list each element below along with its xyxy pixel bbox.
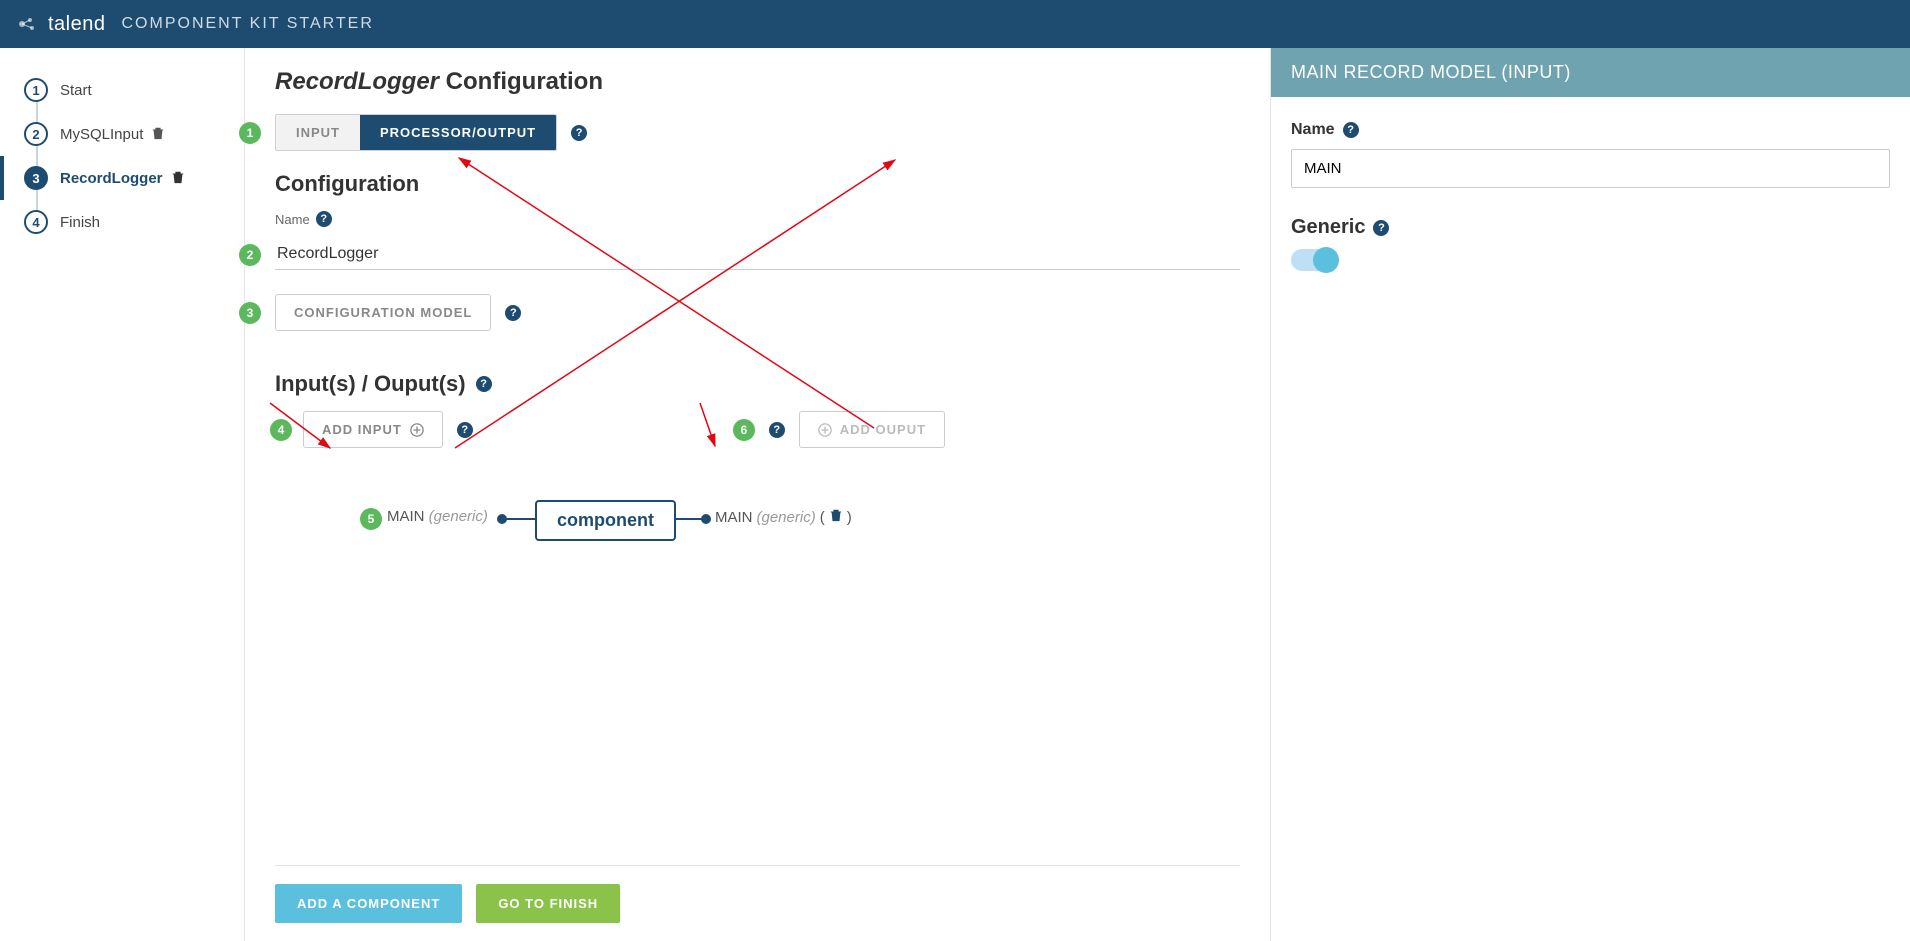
toggle-processor-output[interactable]: PROCESSOR/OUTPUT <box>360 115 556 150</box>
help-icon[interactable]: ? <box>505 305 521 321</box>
help-icon[interactable]: ? <box>1343 122 1359 138</box>
add-component-button[interactable]: ADD A COMPONENT <box>275 884 462 923</box>
add-output-button[interactable]: ADD OUPUT <box>799 411 945 448</box>
step-label: Finish <box>60 214 100 231</box>
diagram-output-label[interactable]: MAIN (generic) ( ) <box>715 508 852 526</box>
step-label: RecordLogger <box>60 170 163 187</box>
page-title: RecordLogger Configuration <box>275 68 1240 96</box>
component-type-toggle: INPUT PROCESSOR/OUTPUT <box>275 114 557 151</box>
step-label: Start <box>60 82 92 99</box>
annotation-badge-6: 6 <box>733 419 755 441</box>
trash-icon[interactable] <box>151 126 165 143</box>
add-input-button[interactable]: ADD INPUT <box>303 411 443 448</box>
io-heading: Input(s) / Ouput(s) ? <box>275 371 1240 397</box>
help-icon[interactable]: ? <box>1373 220 1389 236</box>
help-icon[interactable]: ? <box>316 211 332 227</box>
panel-generic-label: Generic ? <box>1291 216 1890 239</box>
configuration-model-button[interactable]: CONFIGURATION MODEL <box>275 294 491 331</box>
annotation-badge-4: 4 <box>270 419 292 441</box>
help-icon[interactable]: ? <box>476 376 492 392</box>
go-to-finish-button[interactable]: GO TO FINISH <box>476 884 620 923</box>
step-number: 3 <box>24 166 48 190</box>
connector-line <box>675 518 703 520</box>
component-box: component <box>535 500 676 541</box>
panel-title: MAIN RECORD MODEL (INPUT) <box>1271 48 1910 97</box>
connector-dot <box>701 514 711 524</box>
step-number: 1 <box>24 78 48 102</box>
trash-icon[interactable] <box>829 508 843 526</box>
step-number: 4 <box>24 210 48 234</box>
wizard-steps: 1 Start 2 MySQLInput 3 RecordLogger 4 Fi… <box>0 68 244 244</box>
panel-name-input[interactable] <box>1291 149 1890 188</box>
step-start[interactable]: 1 Start <box>0 68 244 112</box>
step-mysqlinput[interactable]: 2 MySQLInput <box>0 112 244 156</box>
step-number: 2 <box>24 122 48 146</box>
talend-icon <box>16 12 40 36</box>
app-header: talend COMPONENT KIT STARTER <box>0 0 1910 48</box>
annotation-badge-3: 3 <box>239 302 261 324</box>
main-content: RecordLogger Configuration 1 INPUT PROCE… <box>245 48 1270 941</box>
main-footer: ADD A COMPONENT GO TO FINISH <box>275 865 1240 941</box>
connector-line <box>505 518 535 520</box>
step-finish[interactable]: 4 Finish <box>0 200 244 244</box>
step-recordlogger[interactable]: 3 RecordLogger <box>0 156 244 200</box>
toggle-input[interactable]: INPUT <box>276 115 360 150</box>
trash-icon[interactable] <box>171 170 185 187</box>
title-suffix: Configuration <box>439 68 603 95</box>
step-label: MySQLInput <box>60 126 143 143</box>
plus-circle-icon <box>410 423 424 437</box>
configuration-heading: Configuration <box>275 171 1240 197</box>
panel-name-label: Name ? <box>1291 121 1890 139</box>
record-model-panel: MAIN RECORD MODEL (INPUT) Name ? Generic… <box>1270 48 1910 941</box>
annotation-badge-2: 2 <box>239 244 261 266</box>
brand-logo: talend COMPONENT KIT STARTER <box>16 12 374 36</box>
annotation-badge-5: 5 <box>360 508 382 530</box>
name-field-label: Name ? <box>275 211 1240 227</box>
diagram-input-label[interactable]: MAIN (generic) <box>387 508 488 525</box>
io-diagram: 5 MAIN (generic) component MAIN (generic… <box>275 488 1240 568</box>
wizard-sidebar: 1 Start 2 MySQLInput 3 RecordLogger 4 Fi… <box>0 48 245 941</box>
help-icon[interactable]: ? <box>769 422 785 438</box>
brand-name: talend <box>48 13 106 36</box>
help-icon[interactable]: ? <box>457 422 473 438</box>
component-name: RecordLogger <box>275 68 439 95</box>
component-name-input[interactable] <box>275 239 1240 270</box>
generic-toggle[interactable] <box>1291 249 1337 271</box>
app-title: COMPONENT KIT STARTER <box>122 15 374 33</box>
plus-circle-icon <box>818 423 832 437</box>
help-icon[interactable]: ? <box>571 125 587 141</box>
